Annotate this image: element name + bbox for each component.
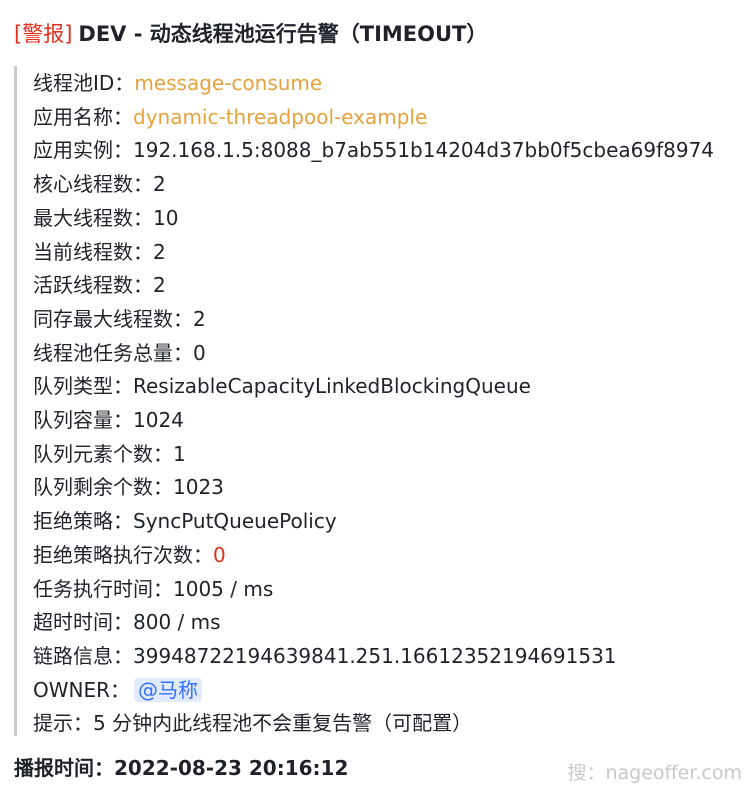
- field-value: 2: [193, 306, 206, 331]
- broadcast-time: 播报时间：2022-08-23 20:16:12: [14, 752, 348, 784]
- field-max-pool-size: 最大线程数：10: [33, 202, 178, 235]
- field-label: 活跃线程数：: [33, 273, 153, 298]
- field-value: 2: [153, 239, 166, 264]
- field-label: 线程池ID：: [33, 71, 135, 95]
- watermark: 搜：nageoffer.com: [567, 762, 742, 784]
- field-current-pool-size: 当前线程数：2: [33, 236, 166, 269]
- field-value: 2: [153, 273, 166, 298]
- field-value: 192.168.1.5:8088_b7ab551b14204d37bb0f5cb…: [133, 138, 715, 163]
- alert-details-block: 线程池ID：message-consume 应用名称：dynamic-threa…: [14, 66, 744, 736]
- field-execute-time: 任务执行时间：1005 / ms: [33, 573, 273, 606]
- field-value: 10: [153, 205, 179, 230]
- field-value: 39948722194639841.251.16612352194691531: [133, 643, 617, 668]
- field-label: 同存最大线程数：: [33, 306, 193, 331]
- field-value: 1: [173, 441, 186, 466]
- field-tip: 提示：5 分钟内此线程池不会重复告警（可配置）: [33, 707, 472, 740]
- field-app-instance: 应用实例：192.168.1.5:8088_b7ab551b14204d37bb…: [33, 134, 714, 167]
- field-value: 1024: [133, 408, 184, 432]
- field-label: 应用名称：: [33, 104, 133, 129]
- field-app-name: 应用名称：dynamic-threadpool-example: [33, 101, 427, 134]
- field-task-total: 线程池任务总量：0: [33, 337, 206, 370]
- field-value: ResizableCapacityLinkedBlockingQueue: [133, 374, 531, 399]
- field-label: 拒绝策略：: [33, 509, 133, 534]
- field-value: 2: [153, 172, 166, 197]
- field-label: 队列剩余个数：: [33, 475, 173, 500]
- alert-tag: [警报]: [14, 22, 73, 46]
- field-label: 拒绝策略执行次数：: [33, 542, 213, 567]
- field-value: 1023: [173, 475, 224, 500]
- field-core-pool-size: 核心线程数：2: [33, 168, 166, 201]
- field-label: 核心线程数：: [33, 172, 153, 197]
- field-trace-info: 链路信息：39948722194639841.251.1661235219469…: [33, 640, 617, 673]
- field-label: 提示：: [33, 711, 93, 736]
- field-label: 线程池任务总量：: [33, 340, 193, 365]
- field-largest-pool-size: 同存最大线程数：2: [33, 303, 206, 336]
- alert-title-text: DEV - 动态线程池运行告警（TIMEOUT）: [78, 22, 488, 46]
- field-label: 最大线程数：: [33, 205, 153, 230]
- field-value: 0: [193, 340, 206, 365]
- field-queue-capacity: 队列容量：1024: [33, 404, 184, 437]
- field-label: 应用实例：: [33, 138, 133, 163]
- field-label: 超时时间：: [33, 610, 133, 635]
- field-label: OWNER：: [33, 677, 131, 702]
- field-owner: OWNER： @马称: [33, 674, 203, 707]
- field-reject-count: 拒绝策略执行次数：0: [33, 539, 226, 572]
- owner-mention[interactable]: @马称: [134, 677, 203, 702]
- field-label: 当前线程数：: [33, 239, 153, 264]
- field-queue-size: 队列元素个数：1: [33, 438, 186, 471]
- field-label: 队列容量：: [33, 408, 133, 432]
- field-queue-remaining: 队列剩余个数：1023: [33, 471, 224, 504]
- field-label: 链路信息：: [33, 643, 133, 668]
- field-value: dynamic-threadpool-example: [133, 104, 428, 129]
- field-value: 0: [213, 542, 226, 567]
- field-label: 队列类型：: [33, 374, 133, 399]
- broadcast-time-label: 播报时间：: [14, 756, 114, 780]
- field-label: 队列元素个数：: [33, 441, 173, 466]
- field-value: SyncPutQueuePolicy: [133, 509, 337, 534]
- field-label: 任务执行时间：: [33, 576, 173, 601]
- field-value: 5 分钟内此线程池不会重复告警（可配置）: [93, 711, 473, 736]
- field-rejected-policy: 拒绝策略：SyncPutQueuePolicy: [33, 505, 337, 538]
- field-value: 800 / ms: [133, 610, 221, 635]
- field-value: message-consume: [134, 71, 323, 95]
- alert-title: [警报] DEV - 动态线程池运行告警（TIMEOUT）: [14, 16, 487, 52]
- field-value: 1005 / ms: [173, 576, 274, 601]
- field-thread-pool-id: 线程池ID：message-consume: [33, 67, 322, 100]
- field-timeout: 超时时间：800 / ms: [33, 606, 221, 639]
- broadcast-time-value: 2022-08-23 20:16:12: [114, 756, 349, 780]
- field-active-count: 活跃线程数：2: [33, 269, 166, 302]
- field-queue-type: 队列类型：ResizableCapacityLinkedBlockingQueu…: [33, 370, 531, 403]
